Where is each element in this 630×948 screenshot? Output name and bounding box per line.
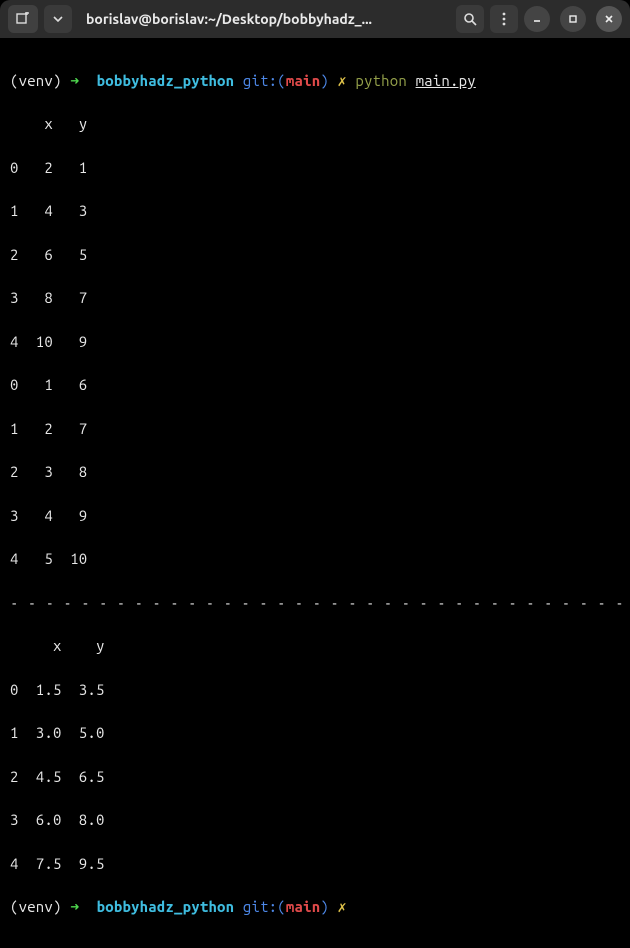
menu-button[interactable] (490, 5, 518, 33)
table-row: 0 2 1 (10, 157, 620, 179)
window-title: borislav@borislav:~/Desktop/bobbyhadz_..… (78, 11, 450, 27)
git-branch: main (286, 72, 320, 89)
git-branch: main (286, 898, 320, 915)
table-header: x y (10, 635, 620, 657)
command-arg: main.py (416, 72, 476, 89)
new-tab-button[interactable] (8, 5, 38, 33)
git-label: git:( (243, 898, 286, 915)
git-label: git:( (243, 72, 286, 89)
prompt-arrow-icon: ➜ (70, 72, 79, 89)
table-row: 3 8 7 (10, 287, 620, 309)
search-button[interactable] (456, 5, 484, 33)
venv-indicator: (venv) (10, 72, 62, 89)
prompt-arrow-icon: ➜ (70, 898, 79, 915)
cwd-label: bobbyhadz_python (97, 72, 235, 89)
table-row: 0 1.5 3.5 (10, 679, 620, 701)
table-row: 1 2 7 (10, 418, 620, 440)
table-row: 4 5 10 (10, 548, 620, 570)
table-row: 0 1 6 (10, 374, 620, 396)
table-row: 4 10 9 (10, 331, 620, 353)
git-label-close: ) (320, 898, 329, 915)
table-row: 2 3 8 (10, 461, 620, 483)
table-row: 1 3.0 5.0 (10, 722, 620, 744)
venv-indicator: (venv) (10, 898, 62, 915)
prompt-line: (venv) ➜ bobbyhadz_python git:(main) ✗ (10, 896, 620, 918)
cwd-label: bobbyhadz_python (97, 898, 235, 915)
git-label-close: ) (320, 72, 329, 89)
table-header: x y (10, 113, 620, 135)
tab-dropdown-button[interactable] (44, 5, 72, 33)
table-row: 2 4.5 6.5 (10, 766, 620, 788)
git-dirty-icon: ✗ (338, 898, 347, 915)
table-row: 2 6 5 (10, 244, 620, 266)
maximize-button[interactable] (560, 6, 586, 32)
minimize-button[interactable] (524, 6, 550, 32)
close-button[interactable] (596, 6, 622, 32)
git-dirty-icon: ✗ (338, 72, 347, 89)
table-row: 3 6.0 8.0 (10, 809, 620, 831)
command-text: python (355, 72, 407, 89)
table-row: 1 4 3 (10, 200, 620, 222)
window-titlebar: borislav@borislav:~/Desktop/bobbyhadz_..… (0, 0, 630, 38)
output-divider: - - - - - - - - - - - - - - - - - - - - … (10, 592, 620, 614)
table-row: 4 7.5 9.5 (10, 853, 620, 875)
terminal-body[interactable]: (venv) ➜ bobbyhadz_python git:(main) ✗ p… (0, 38, 630, 948)
prompt-line: (venv) ➜ bobbyhadz_python git:(main) ✗ p… (10, 70, 620, 92)
table-row: 3 4 9 (10, 505, 620, 527)
